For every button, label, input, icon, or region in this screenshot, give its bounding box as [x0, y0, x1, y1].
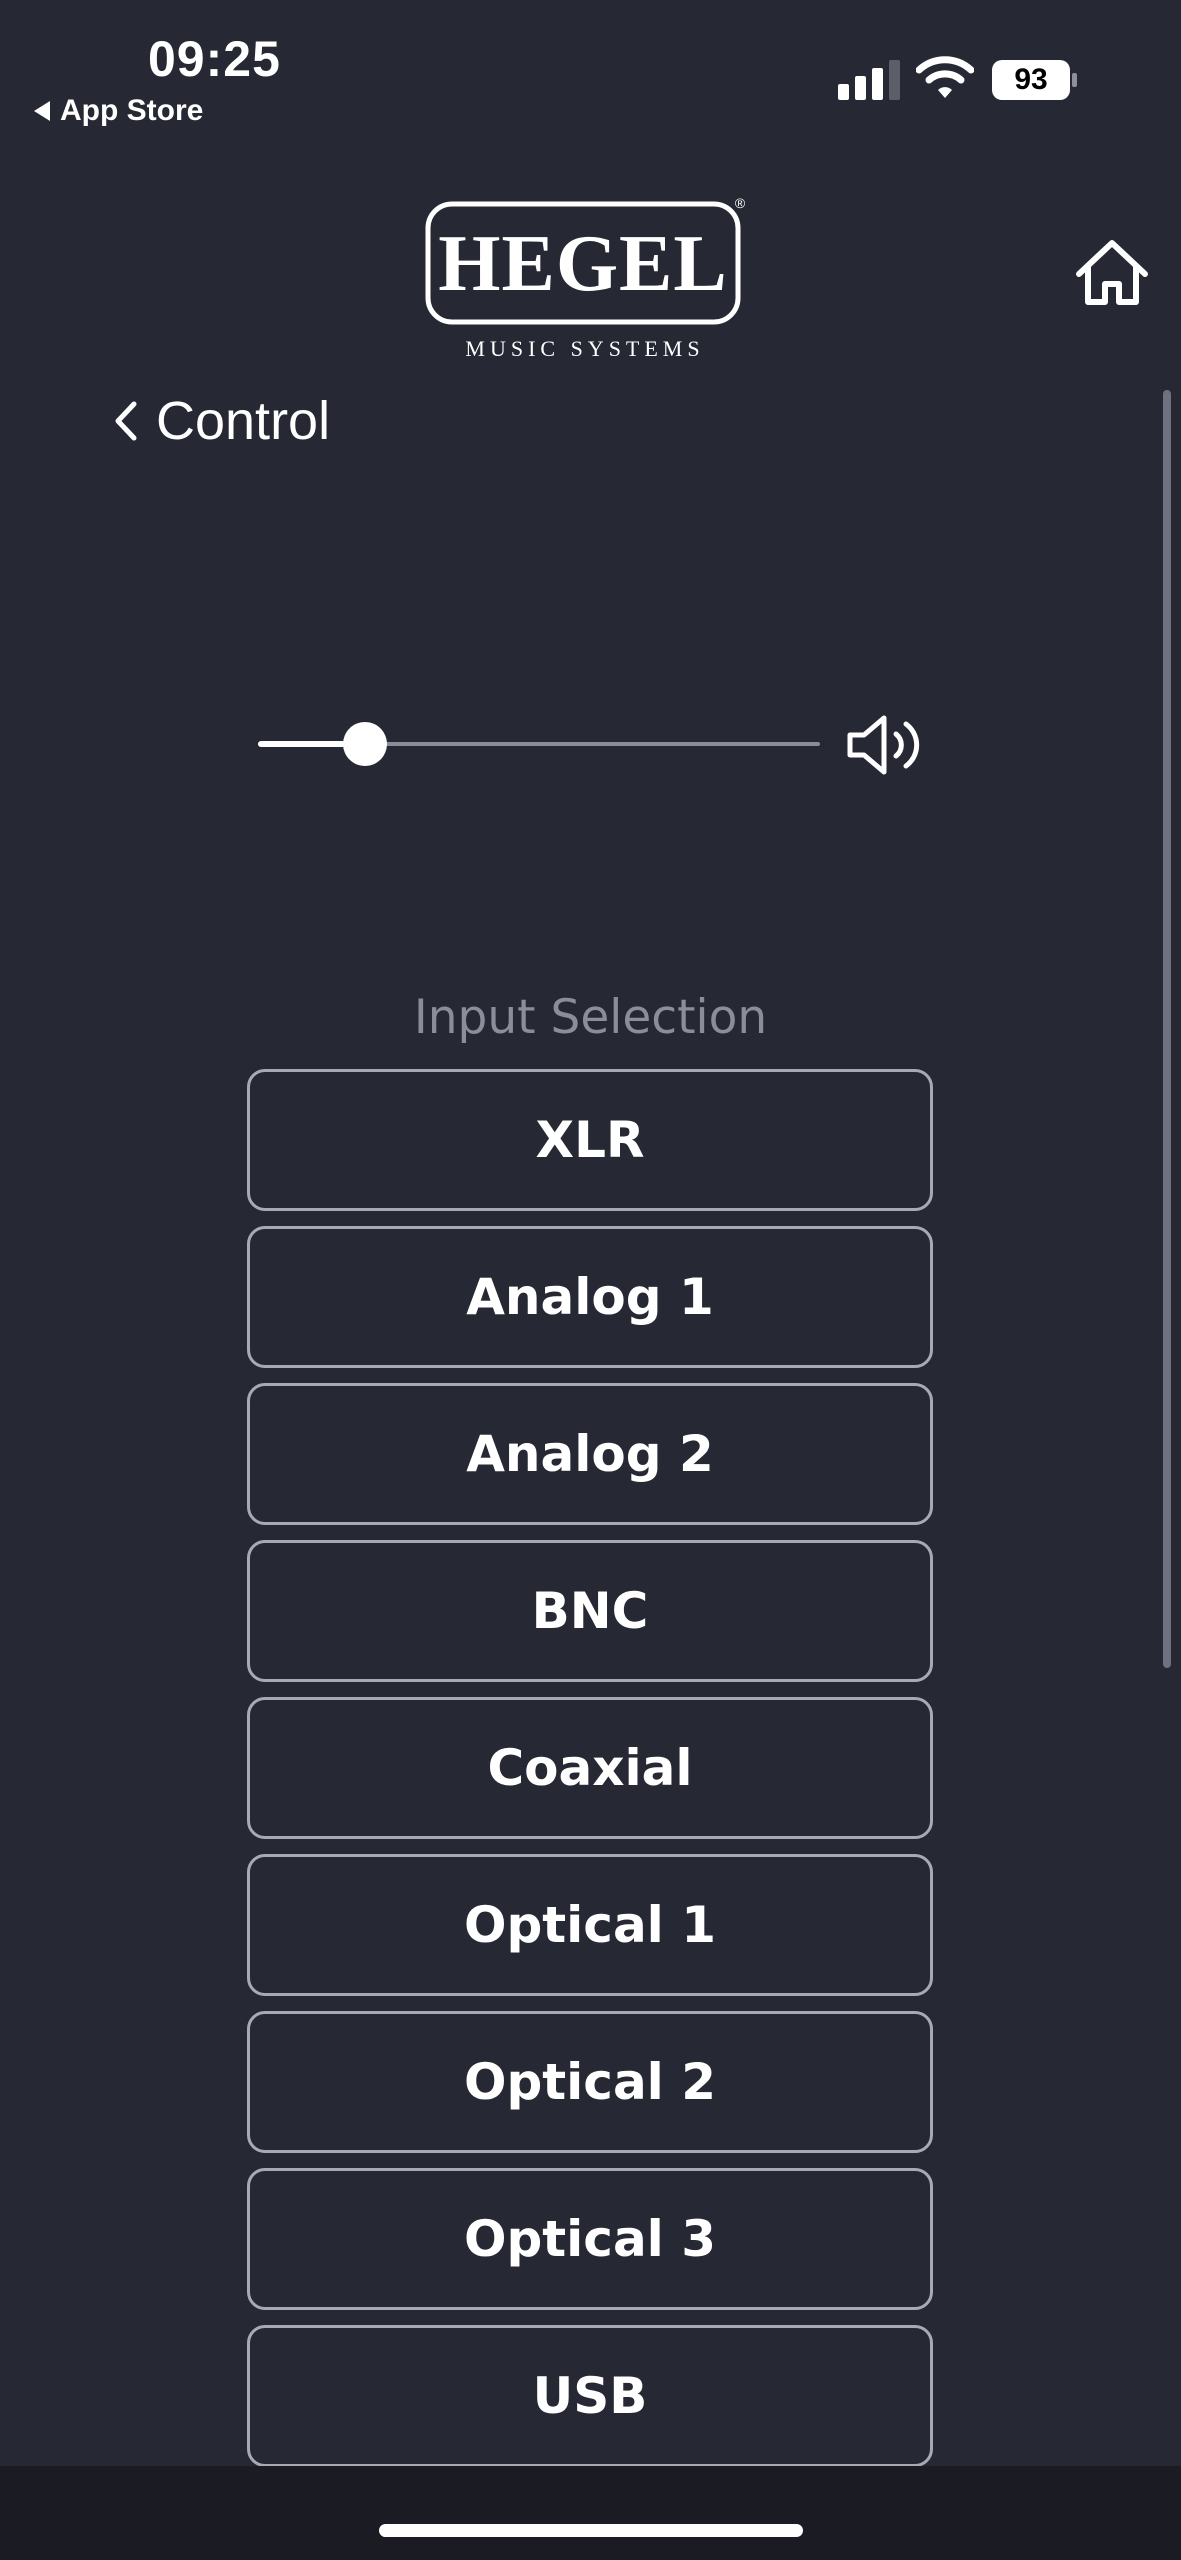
svg-text:MUSIC SYSTEMS: MUSIC SYSTEMS — [465, 336, 704, 361]
battery-indicator: 93 — [992, 60, 1078, 100]
status-time: 09:25 — [148, 31, 281, 87]
wifi-icon — [916, 56, 974, 98]
battery-level: 93 — [1014, 63, 1048, 96]
input-button-optical-3[interactable]: Optical 3 — [247, 2168, 933, 2310]
input-button-optical-1[interactable]: Optical 1 — [247, 1854, 933, 1996]
back-triangle-icon — [34, 101, 50, 121]
input-button-bnc[interactable]: BNC — [247, 1540, 933, 1682]
svg-text:HEGEL: HEGEL — [438, 220, 728, 308]
input-button-coaxial[interactable]: Coaxial — [247, 1697, 933, 1839]
input-button-xlr[interactable]: XLR — [247, 1069, 933, 1211]
cellular-signal-icon — [838, 60, 900, 100]
svg-text:®: ® — [735, 196, 746, 211]
speaker-volume-icon[interactable] — [846, 712, 922, 778]
input-button-usb[interactable]: USB — [247, 2325, 933, 2467]
hegel-logo: HEGEL ® MUSIC SYSTEMS — [425, 196, 746, 361]
home-icon[interactable] — [1074, 238, 1150, 306]
back-to-app-store[interactable]: App Store — [34, 94, 203, 128]
back-app-label: App Store — [60, 94, 204, 127]
home-indicator[interactable] — [379, 2524, 803, 2537]
input-selection-list: XLR Analog 1 Analog 2 BNC Coaxial Optical 1 Op… — [247, 1069, 933, 2482]
chevron-left-icon — [115, 401, 137, 441]
input-button-optical-2[interactable]: Optical 2 — [247, 2011, 933, 2153]
volume-thumb[interactable] — [343, 722, 387, 766]
back-to-control[interactable]: Control — [112, 390, 330, 452]
volume-slider[interactable] — [258, 720, 820, 770]
input-button-analog-1[interactable]: Analog 1 — [247, 1226, 933, 1368]
input-button-analog-2[interactable]: Analog 2 — [247, 1383, 933, 1525]
back-label: Control — [156, 391, 331, 451]
bottom-bar — [0, 2466, 1181, 2560]
input-selection-title: Input Selection — [413, 990, 768, 1045]
